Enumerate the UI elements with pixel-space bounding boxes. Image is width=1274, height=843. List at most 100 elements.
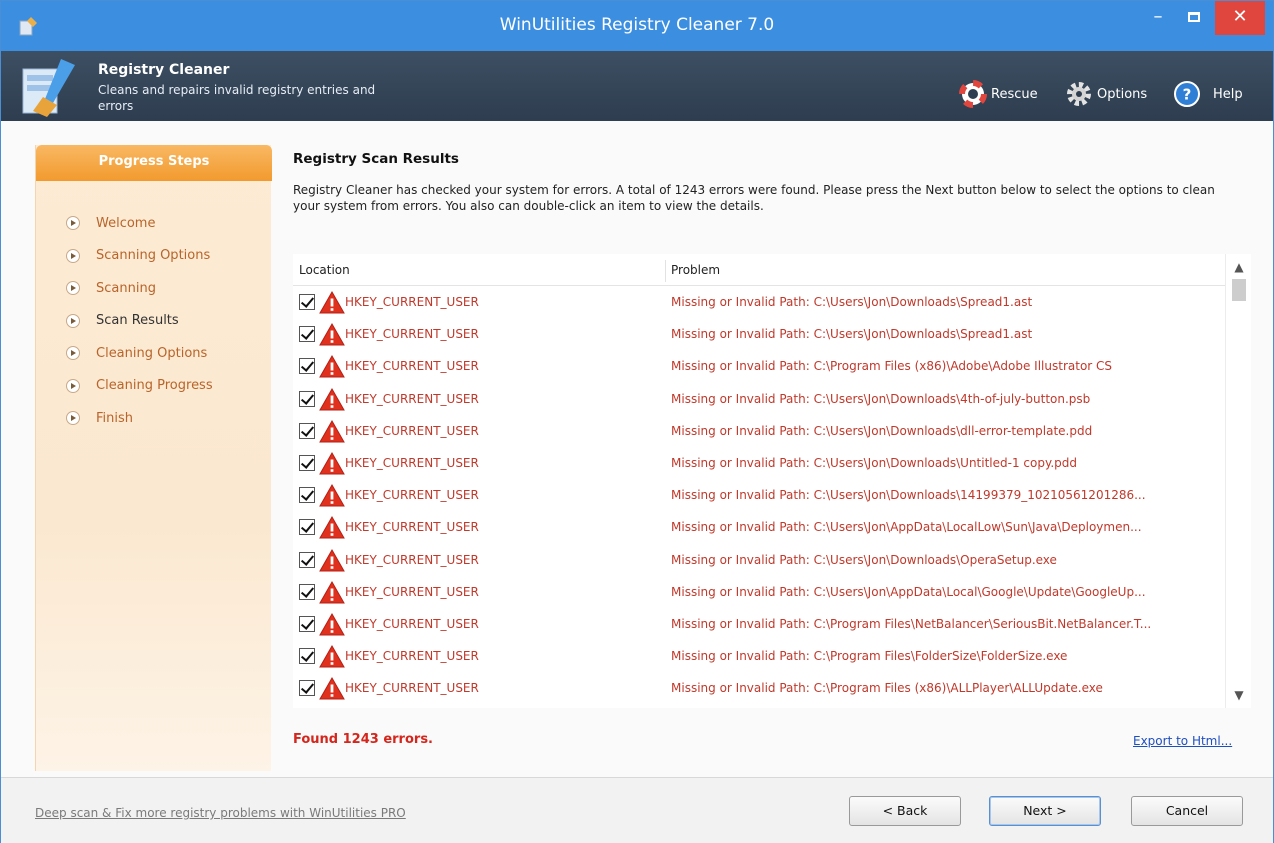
step-bullet-icon bbox=[66, 248, 80, 263]
row-problem: Missing or Invalid Path: C:\Program File… bbox=[671, 359, 1113, 374]
table-row[interactable]: HKEY_CURRENT_USERMissing or Invalid Path… bbox=[293, 641, 1225, 673]
table-row[interactable]: HKEY_CURRENT_USERMissing or Invalid Path… bbox=[293, 480, 1225, 512]
table-row[interactable]: HKEY_CURRENT_USERMissing or Invalid Path… bbox=[293, 609, 1225, 641]
row-problem: Missing or Invalid Path: C:\Users\Jon\Do… bbox=[671, 327, 1033, 342]
scroll-up-icon[interactable]: ▲ bbox=[1226, 256, 1251, 278]
found-errors-count: Found 1243 errors. bbox=[293, 732, 433, 747]
vertical-scrollbar[interactable]: ▲ ▼ bbox=[1225, 254, 1251, 708]
table-row[interactable]: HKEY_CURRENT_USER Missing or Invalid Path… bbox=[293, 673, 1225, 705]
results-table[interactable]: Location Problem HKEY_CURRENT_USER Missin… bbox=[293, 254, 1251, 708]
step-label: Scan Results bbox=[96, 313, 179, 329]
row-checkbox[interactable] bbox=[299, 519, 315, 536]
title-bar[interactable]: WinUtilities Registry Cleaner 7.0 – ✕ bbox=[1, 1, 1273, 51]
column-header-problem[interactable]: Problem bbox=[671, 263, 720, 277]
row-checkbox[interactable] bbox=[299, 294, 315, 310]
row-problem: Missing or Invalid Path: C:\Users\Jon\Do… bbox=[671, 552, 1057, 567]
warning-icon bbox=[319, 484, 345, 507]
maximize-icon bbox=[1188, 12, 1200, 22]
cancel-button[interactable]: Cancel bbox=[1131, 796, 1243, 826]
warning-icon bbox=[319, 291, 345, 314]
step-finish: Finish bbox=[66, 402, 213, 435]
row-checkbox[interactable] bbox=[299, 615, 315, 632]
scroll-thumb[interactable] bbox=[1232, 279, 1246, 301]
step-welcome: Welcome bbox=[66, 207, 213, 240]
rescue-label: Rescue bbox=[991, 86, 1038, 102]
rescue-link[interactable]: Rescue bbox=[959, 80, 1038, 108]
table-header: Location Problem bbox=[293, 254, 1225, 286]
table-row[interactable]: HKEY_CURRENT_USERMissing or Invalid Path… bbox=[293, 545, 1225, 577]
warning-icon bbox=[319, 516, 345, 539]
row-checkbox[interactable] bbox=[299, 583, 315, 600]
row-location: HKEY_CURRENT_USER bbox=[345, 359, 479, 374]
back-button[interactable]: < Back bbox=[849, 796, 961, 826]
row-checkbox[interactable] bbox=[299, 648, 315, 665]
scroll-down-icon[interactable]: ▼ bbox=[1226, 684, 1251, 706]
close-button[interactable]: ✕ bbox=[1215, 1, 1265, 35]
row-problem: Missing or Invalid Path: C:\Program File… bbox=[671, 649, 1068, 664]
next-button[interactable]: Next > bbox=[989, 796, 1101, 826]
step-scanning: Scanning bbox=[66, 272, 213, 305]
row-location: HKEY_CURRENT_USER bbox=[345, 681, 479, 696]
step-bullet-icon bbox=[66, 281, 80, 296]
row-location: HKEY_CURRENT_USER bbox=[345, 391, 479, 406]
row-checkbox[interactable] bbox=[299, 422, 315, 439]
warning-icon bbox=[319, 580, 345, 604]
upgrade-pro-link[interactable]: Deep scan & Fix more registry problems w… bbox=[35, 806, 406, 820]
row-checkbox[interactable] bbox=[299, 487, 315, 504]
header-title: Registry Cleaner bbox=[98, 62, 230, 78]
options-label: Options bbox=[1097, 86, 1148, 102]
options-link[interactable]: Options bbox=[1065, 80, 1147, 108]
gear-icon bbox=[1067, 82, 1091, 106]
warning-icon bbox=[319, 645, 345, 668]
table-row[interactable]: HKEY_CURRENT_USER Missing or Invalid Path… bbox=[293, 416, 1225, 448]
row-checkbox[interactable] bbox=[299, 680, 315, 697]
export-to-html-link[interactable]: Export to Html... bbox=[1133, 734, 1232, 748]
table-row[interactable]: HKEY_CURRENT_USERMissing or Invalid Path… bbox=[293, 448, 1225, 480]
row-checkbox[interactable] bbox=[299, 454, 315, 471]
close-icon: ✕ bbox=[1232, 6, 1248, 27]
table-row[interactable]: HKEY_CURRENT_USERMissing or Invalid Path… bbox=[293, 577, 1225, 609]
minimize-icon: – bbox=[1153, 6, 1163, 27]
row-checkbox[interactable] bbox=[299, 390, 315, 407]
table-row[interactable]: HKEY_CURRENT_USERMissing or Invalid Path… bbox=[293, 705, 1225, 708]
progress-steps-list: Welcome Scanning Options Scanning Scan R… bbox=[66, 207, 213, 435]
step-scanning-options: Scanning Options bbox=[66, 240, 213, 273]
row-location: HKEY_CURRENT_USER bbox=[345, 327, 479, 342]
row-location: HKEY_CURRENT_USER bbox=[345, 488, 479, 503]
app-window: WinUtilities Registry Cleaner 7.0 – ✕ Re… bbox=[0, 0, 1274, 843]
registry-cleaner-logo bbox=[22, 59, 75, 117]
table-row[interactable]: HKEY_CURRENT_USERMissing or Invalid Path… bbox=[293, 512, 1225, 544]
warning-icon bbox=[319, 548, 345, 571]
maximize-button[interactable] bbox=[1177, 1, 1211, 35]
row-location: HKEY_CURRENT_USER bbox=[345, 295, 479, 309]
row-problem: Missing or Invalid Path: C:\Users\Jon\Do… bbox=[671, 455, 1078, 470]
warning-icon bbox=[319, 451, 345, 475]
table-row[interactable]: HKEY_CURRENT_USER Missing or Invalid Path… bbox=[293, 319, 1225, 351]
table-row[interactable]: HKEY_CURRENT_USER Missing or Invalid Path… bbox=[293, 384, 1225, 416]
column-divider[interactable] bbox=[665, 260, 666, 282]
lifebuoy-icon bbox=[959, 80, 987, 108]
table-row[interactable]: HKEY_CURRENT_USER Missing or Invalid Path… bbox=[293, 351, 1225, 383]
table-row[interactable]: HKEY_CURRENT_USERMissing or Invalid Path… bbox=[293, 287, 1225, 319]
row-problem: Missing or Invalid Path: C:\Users\Jon\Do… bbox=[671, 391, 1091, 406]
step-bullet-icon bbox=[66, 346, 80, 361]
step-cleaning-options: Cleaning Options bbox=[66, 337, 213, 370]
step-label: Cleaning Options bbox=[96, 345, 208, 361]
help-link[interactable]: ? Help bbox=[1173, 80, 1243, 108]
warning-icon bbox=[319, 355, 345, 378]
row-location: HKEY_CURRENT_USER bbox=[345, 423, 479, 438]
row-problem: Missing or Invalid Path: C:\Users\Jon\Do… bbox=[671, 423, 1093, 438]
warning-icon bbox=[319, 612, 345, 636]
row-checkbox[interactable] bbox=[299, 551, 315, 568]
row-checkbox[interactable] bbox=[299, 358, 315, 375]
step-label: Cleaning Progress bbox=[96, 378, 213, 394]
column-header-location[interactable]: Location bbox=[299, 263, 350, 277]
row-problem: Missing or Invalid Path: C:\Program File… bbox=[671, 681, 1103, 696]
step-bullet-icon bbox=[66, 411, 80, 426]
step-cleaning-progress: Cleaning Progress bbox=[66, 370, 213, 403]
row-checkbox[interactable] bbox=[299, 326, 315, 343]
intro-text: Registry Cleaner has checked your system… bbox=[293, 183, 1215, 213]
minimize-button[interactable]: – bbox=[1141, 1, 1175, 35]
step-label: Welcome bbox=[96, 215, 156, 231]
row-location: HKEY_CURRENT_USER bbox=[345, 616, 479, 631]
